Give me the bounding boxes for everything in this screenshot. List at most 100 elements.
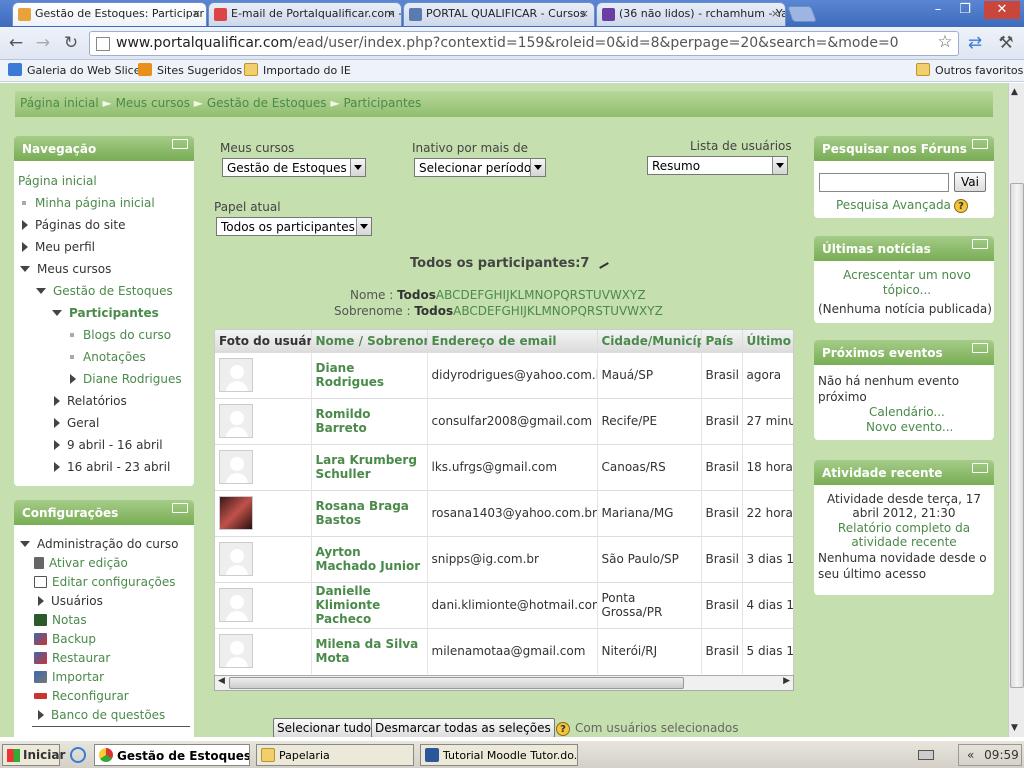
user-name[interactable]: Ayrton Machado Junior bbox=[311, 535, 428, 582]
last-name-letters[interactable]: ABCDEFGHIJKLMNOPQRSTUVWXYZ bbox=[453, 304, 663, 318]
first-name-all[interactable]: Todos bbox=[397, 288, 436, 302]
first-name-letters[interactable]: ABCDEFGHIJKLMNOPQRSTUVWXYZ bbox=[436, 288, 646, 302]
start-button[interactable]: Iniciar bbox=[2, 744, 65, 766]
tab-yahoo[interactable]: (36 não lidos) - rchamhum - Ya × bbox=[596, 2, 786, 26]
advanced-search-link[interactable]: Pesquisa Avançada bbox=[836, 198, 951, 212]
user-list-select[interactable]: Resumo bbox=[647, 156, 788, 175]
settings-restore[interactable]: Restaurar bbox=[34, 651, 110, 665]
nav-reports[interactable]: Relatórios bbox=[54, 394, 127, 408]
settings-course-admin[interactable]: Administração do curso bbox=[20, 537, 178, 551]
scroll-right-icon[interactable]: ▶ bbox=[783, 676, 790, 686]
keyboard-icon[interactable] bbox=[918, 750, 934, 760]
scroll-down-icon[interactable]: ▼ bbox=[1011, 723, 1018, 733]
breadcrumb-participants[interactable]: Participantes bbox=[343, 96, 421, 110]
nav-my-home[interactable]: Minha página inicial bbox=[20, 196, 155, 210]
settings-edit-on[interactable]: Ativar edição bbox=[34, 556, 128, 570]
col-email[interactable]: Endereço de email bbox=[427, 330, 598, 352]
col-country[interactable]: País bbox=[701, 330, 743, 352]
default-avatar-icon[interactable] bbox=[219, 634, 253, 669]
scroll-thumb[interactable] bbox=[1010, 183, 1024, 688]
nav-course[interactable]: Gestão de Estoques bbox=[36, 284, 173, 298]
nav-diane[interactable]: Diane Rodrigues bbox=[70, 372, 182, 386]
close-icon[interactable]: × bbox=[387, 7, 396, 20]
settings-import[interactable]: Importar bbox=[34, 670, 104, 684]
breadcrumb-course[interactable]: Gestão de Estoques bbox=[207, 96, 327, 110]
forum-search-input[interactable] bbox=[819, 173, 949, 192]
forward-icon[interactable]: → bbox=[33, 33, 53, 53]
wrench-icon[interactable]: ⚒ bbox=[996, 33, 1016, 53]
back-icon[interactable]: ← bbox=[6, 33, 26, 53]
settings-edit-config[interactable]: Editar configurações bbox=[34, 575, 176, 589]
dock-icon[interactable] bbox=[972, 343, 988, 353]
nav-site-pages[interactable]: Páginas do site bbox=[22, 218, 125, 232]
add-news-topic-link[interactable]: Acrescentar um novo tópico... bbox=[832, 268, 982, 298]
role-select[interactable]: Todos os participantes bbox=[216, 217, 372, 236]
dock-icon[interactable] bbox=[972, 139, 988, 149]
col-last-access[interactable]: Último acesso bbox=[742, 330, 793, 352]
scroll-left-icon[interactable]: ◀ bbox=[218, 676, 225, 686]
bookmark-sites-sugeridos[interactable]: Sites Sugeridos bbox=[138, 63, 242, 79]
dock-icon[interactable] bbox=[972, 239, 988, 249]
new-tab-button[interactable] bbox=[787, 6, 817, 22]
help-icon[interactable]: ? bbox=[954, 199, 968, 213]
star-icon[interactable]: ☆ bbox=[935, 32, 955, 52]
deselect-all-button[interactable]: Desmarcar todas as seleções bbox=[371, 718, 555, 737]
settings-backup[interactable]: Backup bbox=[34, 632, 96, 646]
bookmark-outros[interactable]: Outros favoritos bbox=[916, 63, 1023, 79]
user-name[interactable]: Lara Krumberg Schuller bbox=[311, 443, 428, 490]
col-city[interactable]: Cidade/Município bbox=[597, 330, 702, 352]
new-event-link[interactable]: Novo evento... bbox=[866, 420, 953, 434]
user-name[interactable]: Danielle Klimionte Pacheco bbox=[311, 581, 428, 628]
user-name[interactable]: Milena da Silva Mota bbox=[311, 627, 428, 674]
minimize-button[interactable]: – bbox=[926, 1, 950, 19]
tab-email[interactable]: E-mail de Portalqualificar.com - × bbox=[208, 2, 402, 26]
scroll-up-icon[interactable]: ▲ bbox=[1011, 87, 1018, 97]
nav-week-2[interactable]: 16 abril - 23 abril bbox=[54, 460, 170, 474]
settings-grades[interactable]: Notas bbox=[34, 613, 87, 627]
default-avatar-icon[interactable] bbox=[219, 404, 253, 438]
settings-question-bank[interactable]: Banco de questões bbox=[38, 708, 165, 722]
course-select[interactable]: Gestão de Estoques bbox=[222, 158, 366, 177]
taskbar-item-chrome[interactable]: Gestão de Estoques: ... bbox=[94, 744, 250, 766]
default-avatar-icon[interactable] bbox=[219, 588, 253, 622]
maximize-button[interactable]: ❐ bbox=[953, 1, 977, 19]
close-icon[interactable]: × bbox=[771, 7, 780, 20]
calendar-link[interactable]: Calendário... bbox=[869, 405, 945, 419]
nav-week-1[interactable]: 9 abril - 16 abril bbox=[54, 438, 163, 452]
nav-blogs[interactable]: Blogs do curso bbox=[68, 328, 171, 342]
tray-expand-icon[interactable]: « bbox=[967, 748, 974, 762]
settings-users[interactable]: Usuários bbox=[38, 594, 103, 608]
default-avatar-icon[interactable] bbox=[219, 542, 253, 576]
bookmark-importado[interactable]: Importado do IE bbox=[244, 63, 351, 79]
translate-icon[interactable]: ⇄ bbox=[965, 33, 985, 53]
user-name[interactable]: Diane Rodrigues bbox=[311, 351, 428, 398]
nav-home[interactable]: Página inicial bbox=[18, 174, 97, 188]
reload-icon[interactable]: ↻ bbox=[61, 33, 81, 53]
dock-icon[interactable] bbox=[972, 463, 988, 473]
ie-quicklaunch-icon[interactable] bbox=[70, 747, 86, 763]
taskbar-item-papelaria[interactable]: Papelaria bbox=[256, 744, 414, 766]
nav-my-courses[interactable]: Meus cursos bbox=[20, 262, 111, 276]
close-window-button[interactable]: ✕ bbox=[984, 1, 1020, 19]
close-icon[interactable]: × bbox=[580, 7, 589, 20]
default-avatar-icon[interactable] bbox=[219, 450, 253, 484]
full-report-link[interactable]: Relatório completo da atividade recente bbox=[828, 521, 980, 549]
table-horizontal-scrollbar[interactable]: ◀ ▶ bbox=[214, 675, 794, 691]
breadcrumb-my-courses[interactable]: Meus cursos bbox=[116, 96, 190, 110]
taskbar-item-word[interactable]: Tutorial Moodle Tutor.do... bbox=[420, 744, 578, 766]
scroll-thumb[interactable] bbox=[229, 677, 684, 689]
nav-my-profile[interactable]: Meu perfil bbox=[22, 240, 95, 254]
tab-gestao[interactable]: Gestão de Estoques: Participar × bbox=[12, 2, 207, 26]
edit-icon[interactable] bbox=[595, 255, 609, 269]
user-name[interactable]: Rosana Braga Bastos bbox=[311, 489, 428, 536]
nav-participants[interactable]: Participantes bbox=[52, 306, 159, 320]
col-name[interactable]: Nome / Sobrenome bbox=[311, 330, 428, 352]
tab-portal[interactable]: PORTAL QUALIFICAR - Cursos × bbox=[403, 2, 595, 26]
user-photo[interactable] bbox=[219, 496, 253, 530]
page-vertical-scrollbar[interactable]: ▲ ▼ bbox=[1008, 83, 1024, 737]
user-name[interactable]: Romildo Barreto bbox=[311, 397, 428, 444]
forum-search-go-button[interactable]: Vai bbox=[954, 172, 986, 192]
bookmark-web-slice[interactable]: Galeria do Web Slice bbox=[8, 63, 141, 79]
breadcrumb-home[interactable]: Página inicial bbox=[20, 96, 99, 110]
inactive-select[interactable]: Selecionar período bbox=[414, 158, 546, 177]
